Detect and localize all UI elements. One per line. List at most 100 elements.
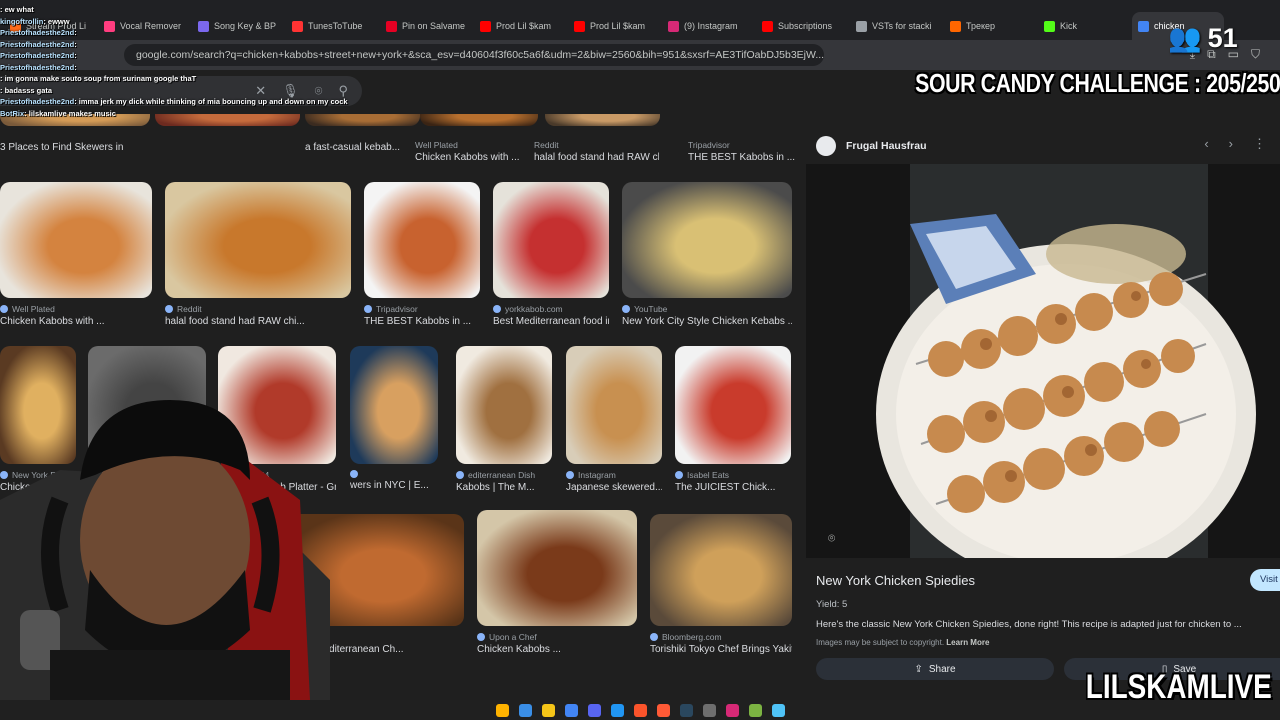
image-result-card[interactable] (420, 114, 538, 126)
result-title[interactable]: New York City Style Chicken Kebabs ... (622, 316, 792, 327)
result-title[interactable]: 3 Places to Find Skewers in NYC ... (0, 142, 125, 153)
image-preview-panel: Frugal Hausfrau ‹ › ⋮ ⌾ New York Chicken… (806, 114, 1280, 704)
image-result-card[interactable]: wers in NYC | E... (350, 346, 438, 491)
taskbar-app-icon[interactable] (541, 703, 555, 717)
result-title[interactable]: Chicken Kabobs ... (477, 644, 637, 655)
result-caption[interactable]: Well Plated Chicken Kabobs with ... (415, 134, 540, 163)
tab-favicon-icon (762, 20, 773, 32)
preview-image[interactable]: ⌾ (806, 164, 1280, 584)
share-button[interactable]: ⇪ Share (816, 658, 1054, 680)
shield-icon[interactable]: ⛉ (1251, 47, 1260, 62)
taskbar-app-icon[interactable] (610, 703, 624, 717)
result-title[interactable]: Kabobs | The M... (456, 482, 552, 493)
result-source[interactable]: YouTube (622, 304, 792, 314)
tab-9[interactable]: VSTs for stacki (850, 12, 942, 40)
result-source[interactable]: Tripadvisor (364, 304, 480, 314)
result-thumbnail[interactable] (477, 510, 637, 626)
taskbar-app-icon[interactable] (656, 703, 670, 717)
result-title[interactable]: THE BEST Kabobs in ... (364, 316, 480, 327)
result-thumbnail[interactable] (650, 514, 792, 626)
result-thumbnail[interactable] (350, 346, 438, 464)
tab-6[interactable]: Prod Lil $kam (568, 12, 660, 40)
result-thumbnail[interactable] (545, 114, 660, 126)
result-title[interactable]: The JUICIEST Chick... (675, 482, 791, 493)
result-thumbnail[interactable] (566, 346, 662, 464)
result-source[interactable]: Instagram (566, 470, 662, 480)
tab-7[interactable]: (9) Instagram (662, 12, 754, 40)
preview-title[interactable]: New York Chicken Spiedies (816, 573, 975, 588)
chevron-left-icon[interactable]: ‹ (1204, 136, 1208, 152)
result-caption[interactable]: Reddit halal food stand had RAW chi... (534, 134, 659, 163)
result-caption[interactable]: 3 Places to Find Skewers in NYC ... (0, 134, 125, 153)
tab-favicon-icon (668, 20, 679, 32)
taskbar-app-icon[interactable] (771, 703, 785, 717)
image-result-card[interactable]: Well Plated Chicken Kabobs with ... (0, 182, 152, 327)
image-result-card[interactable]: Bloomberg.com Torishiki Tokyo Chef Brings… (650, 514, 792, 655)
result-title[interactable]: THE BEST Kabobs in ... (688, 152, 800, 163)
source-favicon-icon (350, 470, 358, 478)
result-thumbnail[interactable] (675, 346, 791, 464)
result-thumbnail[interactable] (165, 182, 351, 298)
more-icon[interactable]: ⋮ (1253, 136, 1266, 152)
preview-source[interactable]: Frugal Hausfrau (816, 136, 927, 156)
image-result-card[interactable]: Isabel Eats The JUICIEST Chick... (675, 346, 791, 493)
result-source-name: Tripadvisor (376, 304, 418, 314)
share-label: Share (928, 663, 956, 675)
taskbar-app-icon[interactable] (587, 703, 601, 717)
result-title[interactable]: wers in NYC | E... (350, 480, 438, 491)
taskbar-app-icon[interactable] (495, 703, 509, 717)
result-source[interactable]: yorkkabob.com (493, 304, 609, 314)
image-result-card[interactable]: Tripadvisor THE BEST Kabobs in ... (364, 182, 480, 327)
result-title[interactable]: Best Mediterranean food in Eagl... (493, 316, 609, 327)
tab-5[interactable]: Prod Lil $kam (474, 12, 566, 40)
result-thumbnail[interactable] (364, 182, 480, 298)
image-result-card[interactable]: Instagram Japanese skewered... (566, 346, 662, 493)
result-title[interactable]: Japanese skewered... (566, 482, 662, 493)
result-thumbnail[interactable] (622, 182, 792, 298)
taskbar-app-icon[interactable] (725, 703, 739, 717)
result-source[interactable]: Well Plated (0, 304, 152, 314)
result-title[interactable]: halal food stand had RAW chi... (534, 152, 659, 163)
image-result-card[interactable]: editerranean Dish Kabobs | The M... (456, 346, 552, 493)
image-result-card[interactable]: Upon a Chef Chicken Kabobs ... (477, 510, 637, 655)
tab-10[interactable]: Трекер (944, 12, 1036, 40)
result-caption[interactable]: Tripadvisor THE BEST Kabobs in ... (688, 134, 800, 163)
result-title[interactable]: Chicken Kabobs with ... (415, 152, 540, 163)
visit-button[interactable]: Visit (1250, 569, 1280, 591)
result-title[interactable]: halal food stand had RAW chi... (165, 316, 351, 327)
result-thumbnail[interactable] (493, 182, 609, 298)
result-thumbnail[interactable] (0, 182, 152, 298)
result-source[interactable] (350, 470, 438, 478)
result-title[interactable]: Chicken Kabobs with ... (0, 316, 152, 327)
image-result-card[interactable]: Reddit halal food stand had RAW chi... (165, 182, 351, 327)
tab-4[interactable]: Pin on Salvame (380, 12, 472, 40)
learn-more-link[interactable]: Learn More (946, 638, 989, 647)
result-thumbnail[interactable] (456, 346, 552, 464)
taskbar-app-icon[interactable] (748, 703, 762, 717)
taskbar-app-icon[interactable] (679, 703, 693, 717)
taskbar-app-icon[interactable] (702, 703, 716, 717)
chat-message: : ew what (0, 4, 380, 16)
image-result-card[interactable]: YouTube New York City Style Chicken Kebab… (622, 182, 792, 327)
tab-11[interactable]: Kick (1038, 12, 1130, 40)
chat-username: Priestofhadesthe2nd (0, 51, 75, 60)
result-source[interactable]: editerranean Dish (456, 470, 552, 480)
result-thumbnail[interactable] (420, 114, 538, 126)
result-title[interactable]: a fast-casual kebab... (305, 142, 430, 153)
result-source[interactable]: Isabel Eats (675, 470, 791, 480)
image-result-card[interactable]: yorkkabob.com Best Mediterranean food in … (493, 182, 609, 327)
chat-message: : im gonna make souto soup from surinam … (0, 73, 380, 85)
os-taskbar (0, 700, 1280, 720)
chevron-right-icon[interactable]: › (1229, 136, 1233, 152)
taskbar-app-icon[interactable] (518, 703, 532, 717)
tab-8[interactable]: Subscriptions (756, 12, 848, 40)
result-source[interactable]: Reddit (165, 304, 351, 314)
result-source-name: Tripadvisor (688, 140, 730, 150)
result-caption[interactable]: a fast-casual kebab... (305, 134, 430, 153)
result-source[interactable]: Upon a Chef (477, 632, 637, 642)
image-result-card[interactable] (545, 114, 660, 126)
taskbar-app-icon[interactable] (633, 703, 647, 717)
result-title[interactable]: Torishiki Tokyo Chef Brings Yakitor... (650, 644, 792, 655)
taskbar-app-icon[interactable] (564, 703, 578, 717)
result-source[interactable]: Bloomberg.com (650, 632, 792, 642)
